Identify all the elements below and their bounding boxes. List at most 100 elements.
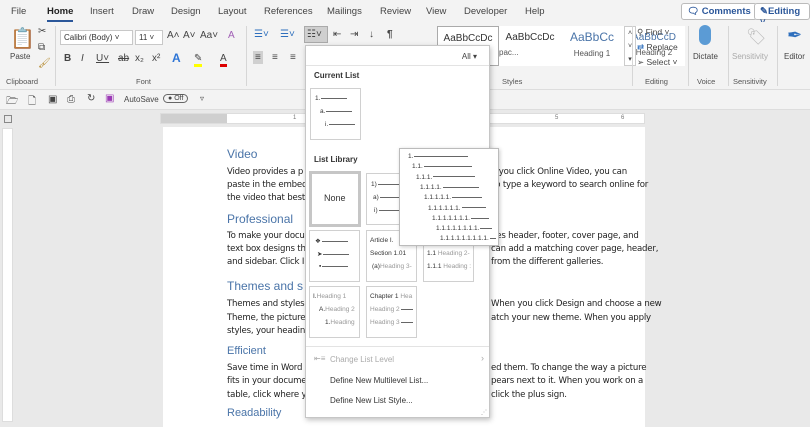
new-document-icon[interactable]: 🗋 <box>28 94 36 111</box>
tab-home[interactable]: Home <box>47 6 74 22</box>
customize-qat-icon[interactable]: ▿ <box>200 94 204 103</box>
autosave-toggle[interactable]: ● Off <box>163 94 189 103</box>
resize-grip-icon[interactable]: ⋰ <box>481 409 487 416</box>
list-option-none[interactable]: None <box>309 171 361 227</box>
tab-file[interactable]: File <box>11 6 26 17</box>
save-icon[interactable]: ▣ <box>105 93 114 104</box>
body-text-fragment: styles, your headin <box>227 326 306 336</box>
font-size-select[interactable]: 11 ˅ <box>135 30 163 45</box>
italic-icon[interactable]: I <box>81 53 84 64</box>
level-label: 1.1.1 <box>427 263 442 270</box>
tab-mailings[interactable]: Mailings <box>327 6 362 17</box>
sort-icon[interactable]: ↓ <box>369 29 374 40</box>
style-heading-1[interactable]: AaBbCc Heading 1 <box>561 26 623 66</box>
bullets-icon[interactable]: ☰˅ <box>254 29 269 40</box>
print-icon[interactable]: ⎙ <box>67 94 75 105</box>
pencil-icon: ✎ <box>760 6 768 17</box>
list-option-roman-headings[interactable]: I.Heading 1 A.Heading 2 1.Heading <box>309 286 360 338</box>
tab-insert[interactable]: Insert <box>90 6 114 17</box>
preview-level: 1.1. <box>412 163 472 170</box>
body-text-fragment: the video that best <box>227 193 306 203</box>
superscript-icon[interactable]: x² <box>152 53 160 64</box>
increase-indent-icon[interactable]: ⇥ <box>350 29 358 40</box>
body-text-fragment: table, click where y <box>227 390 307 400</box>
underline-icon[interactable]: U˅ <box>96 53 109 64</box>
sensitivity-icon: 🏷 <box>746 29 767 46</box>
vertical-ruler[interactable] <box>2 128 13 422</box>
copy-icon[interactable]: ⧉ <box>38 42 45 53</box>
text-effects-icon[interactable]: A <box>172 51 181 65</box>
tab-developer[interactable]: Developer <box>464 6 507 17</box>
change-case-icon[interactable]: Aa˅ <box>200 30 218 41</box>
tab-draw[interactable]: Draw <box>132 6 154 17</box>
styles-scroll[interactable]: ˄ ˅ ▾ <box>624 26 636 66</box>
multilevel-list-icon[interactable]: ☷˅ <box>304 26 328 43</box>
group-font: Font <box>136 77 152 86</box>
change-list-level-icon: ⇤≡ <box>314 354 326 363</box>
level-label: 1.1. <box>412 163 423 171</box>
filter-dropdown[interactable]: All ▾ <box>462 52 477 61</box>
redo-icon[interactable]: ↻ <box>87 93 95 104</box>
tab-references[interactable]: References <box>264 6 313 17</box>
microphone-icon[interactable] <box>699 25 711 45</box>
paste-button[interactable]: Paste <box>10 52 30 61</box>
comments-button[interactable]: 🗨 Comments <box>681 3 757 20</box>
shrink-font-icon[interactable]: A˅ <box>183 30 196 41</box>
grow-font-icon[interactable]: A˄ <box>167 30 180 41</box>
subscript-icon[interactable]: x₂ <box>135 53 144 64</box>
current-list-option[interactable]: 1. a. i. <box>310 88 361 140</box>
list-option-bullets[interactable]: ❖ ➤ ▪ <box>309 230 360 282</box>
group-voice: Voice <box>697 77 716 86</box>
body-text-fragment: pears next to it. When you work on a <box>491 376 644 386</box>
align-center-icon[interactable]: ≡ <box>272 52 278 63</box>
tab-help[interactable]: Help <box>525 6 545 17</box>
editor-button[interactable]: Editor <box>784 52 805 61</box>
format-painter-icon[interactable]: 🖌 <box>38 58 51 69</box>
tab-view[interactable]: View <box>426 6 446 17</box>
clear-formatting-icon[interactable]: A <box>228 30 235 41</box>
divider <box>777 26 778 86</box>
font-size-value: 11 <box>139 33 148 42</box>
show-formatting-icon[interactable]: ¶ <box>387 29 393 40</box>
heading-efficient: Efficient <box>227 345 266 357</box>
editor-icon[interactable]: ✒ <box>787 25 802 46</box>
level-label: Section 1.01 <box>370 250 407 257</box>
body-text-fragment: from the different galleries. <box>491 257 604 267</box>
select-button[interactable]: ➢ Select ˅ <box>637 57 677 68</box>
level-label: 1.1.1.1.1.1.1.1.1. <box>440 235 489 243</box>
tab-review[interactable]: Review <box>380 6 411 17</box>
replace-button[interactable]: ⇄ Replace <box>637 42 678 53</box>
tab-selector[interactable] <box>4 115 12 123</box>
strikethrough-icon[interactable]: ab <box>118 53 129 64</box>
find-button[interactable]: ⚲ Find ˅ <box>637 27 669 38</box>
paste-icon[interactable]: 📋 <box>10 26 35 51</box>
cut-icon[interactable]: ✂ <box>38 26 46 37</box>
font-name-value: Calibri (Body) <box>64 33 113 42</box>
dictate-button[interactable]: Dictate <box>693 52 718 61</box>
align-left-icon[interactable]: ≡ <box>253 51 263 64</box>
define-list-style-item[interactable]: Define New List Style... <box>330 396 413 405</box>
editing-mode-button[interactable]: ✎Editing ˅ <box>754 3 810 28</box>
print-preview-icon[interactable]: ▣ <box>48 94 57 105</box>
align-right-icon[interactable]: ≡ <box>290 52 296 63</box>
tab-layout[interactable]: Layout <box>218 6 247 17</box>
tab-design[interactable]: Design <box>171 6 201 17</box>
numbering-icon[interactable]: ☰˅ <box>280 29 295 40</box>
level-label: 1.1.1.1.1. <box>424 194 452 202</box>
divider <box>688 26 689 86</box>
ruler-mark: 1 <box>293 115 297 121</box>
comment-icon: 🗨 <box>687 6 702 17</box>
open-icon[interactable]: 🗁 <box>6 94 18 111</box>
define-multilevel-list-item[interactable]: Define New Multilevel List... <box>330 376 428 385</box>
font-name-select[interactable]: Calibri (Body) ˅ <box>60 30 133 45</box>
level-label: 1.1.1.1.1.1.1. <box>432 214 470 222</box>
highlight-icon[interactable]: ✎ <box>194 53 203 67</box>
heading-professional: Professional <box>227 212 294 226</box>
level-label: 1.1.1. <box>416 173 433 181</box>
bold-icon[interactable]: B <box>64 53 71 64</box>
style-no-spacing[interactable]: AaBbCcDc pac... <box>499 26 561 66</box>
font-color-icon[interactable]: A <box>220 53 227 67</box>
decrease-indent-icon[interactable]: ⇤ <box>333 29 341 40</box>
list-option-chapter[interactable]: Chapter 1 Hea Heading 2 Heading 3 <box>366 286 417 338</box>
change-list-level-item: Change List Level <box>330 355 395 364</box>
